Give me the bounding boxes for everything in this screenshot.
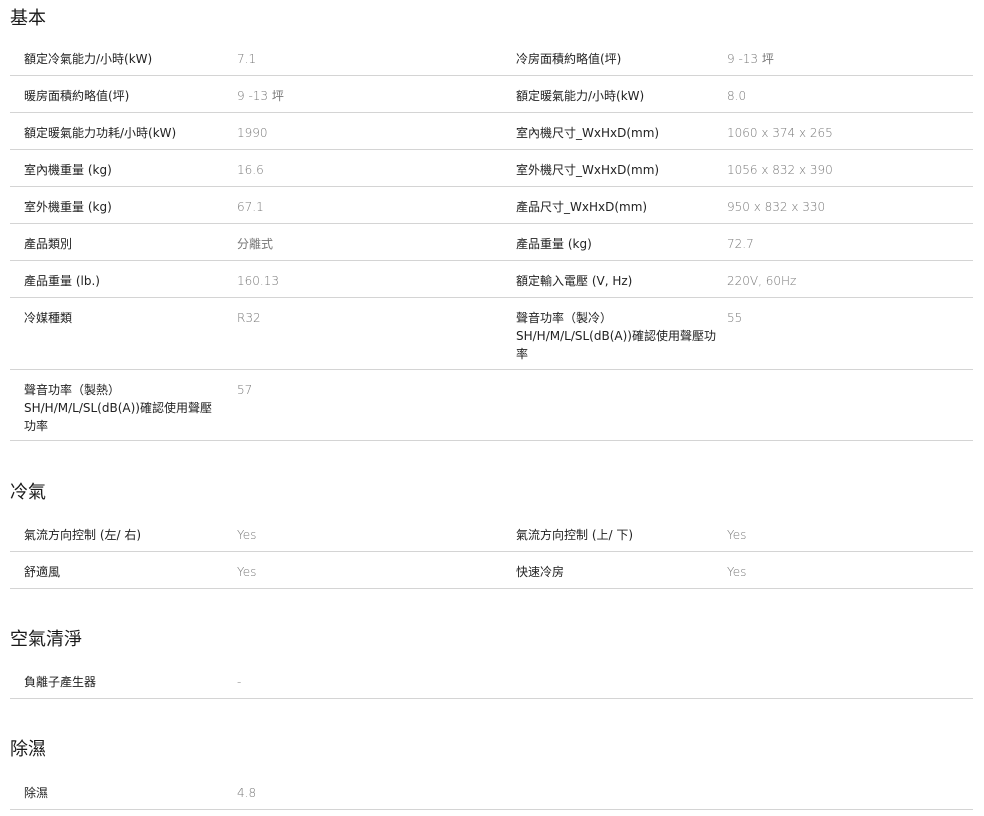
spec-row: 產品重量 (lb.) 160.13 額定輸入電壓 (V, Hz) 220V, 6…	[10, 261, 973, 298]
spec-value: 4.8	[237, 786, 257, 800]
section-title-basic: 基本	[10, 8, 46, 29]
spec-label: 室外機重量 (kg)	[24, 200, 112, 214]
spec-label: 暖房面積約略值(坪)	[24, 89, 130, 103]
spec-value: 1056 x 832 x 390	[727, 163, 833, 177]
spec-value: 7.1	[237, 52, 257, 66]
spec-value: Yes	[237, 528, 257, 542]
spec-row: 室內機重量 (kg) 16.6 室外機尺寸_WxHxD(mm) 1056 x 8…	[10, 150, 973, 187]
spec-value: 72.7	[727, 237, 754, 251]
spec-label: 額定暖氣能力/小時(kW)	[516, 89, 645, 103]
spec-row: 暖房面積約略值(坪) 9 -13 坪 額定暖氣能力/小時(kW) 8.0	[10, 76, 973, 113]
spec-value: 16.6	[237, 163, 264, 177]
spec-value: Yes	[727, 565, 747, 579]
spec-row: 產品類別 分離式 產品重量 (kg) 72.7	[10, 224, 973, 261]
spec-label: 產品類別	[24, 237, 73, 251]
spec-label: 產品尺寸_WxHxD(mm)	[516, 200, 648, 214]
spec-row: 負離子產生器 -	[10, 662, 973, 699]
spec-row: 除濕 4.8	[10, 773, 973, 810]
section-title-cooling: 冷氣	[10, 482, 46, 503]
spec-label: 快速冷房	[516, 565, 565, 579]
spec-row: 舒適風 Yes 快速冷房 Yes	[10, 552, 973, 589]
spec-value: 8.0	[727, 89, 747, 103]
section-title-dehumidify: 除濕	[10, 739, 46, 760]
spec-value: 1990	[237, 126, 268, 140]
spec-row: 額定冷氣能力/小時(kW) 7.1 冷房面積約略值(坪) 9 -13 坪	[10, 39, 973, 76]
spec-value: Yes	[727, 528, 747, 542]
spec-value: 分離式	[237, 237, 274, 251]
spec-label: 氣流方向控制 (上/ 下)	[516, 528, 634, 542]
spec-label: 額定冷氣能力/小時(kW)	[24, 52, 153, 66]
spec-value: R32	[237, 311, 261, 325]
spec-label: 室外機尺寸_WxHxD(mm)	[516, 163, 660, 177]
spec-label: 產品重量 (lb.)	[24, 274, 100, 288]
spec-label: 舒適風	[24, 565, 61, 579]
spec-row: 額定暖氣能力功耗/小時(kW) 1990 室內機尺寸_WxHxD(mm) 106…	[10, 113, 973, 150]
spec-label: 除濕	[24, 786, 49, 800]
section-title-air-purify: 空氣清淨	[10, 629, 82, 650]
spec-row: 冷媒種類 R32 聲音功率（製冷）SH/H/M/L/SL(dB(A))確認使用聲…	[10, 298, 973, 370]
spec-label: 室內機重量 (kg)	[24, 163, 112, 177]
spec-value: 9 -13 坪	[237, 89, 284, 103]
spec-label: 氣流方向控制 (左/ 右)	[24, 528, 142, 542]
spec-label: 額定暖氣能力功耗/小時(kW)	[24, 126, 177, 140]
spec-value: 55	[727, 311, 743, 325]
spec-row: 聲音功率（製熱）SH/H/M/L/SL(dB(A))確認使用聲壓功率 57	[10, 370, 973, 441]
spec-value: Yes	[237, 565, 257, 579]
spec-value: 57	[237, 383, 253, 397]
spec-value: 1060 x 374 x 265	[727, 126, 833, 140]
spec-label: 負離子產生器	[24, 675, 97, 689]
spec-label: 額定輸入電壓 (V, Hz)	[516, 274, 633, 288]
spec-value: 160.13	[237, 274, 279, 288]
spec-row: 氣流方向控制 (左/ 右) Yes 氣流方向控制 (上/ 下) Yes	[10, 515, 973, 552]
spec-label: 產品重量 (kg)	[516, 237, 592, 251]
spec-value: -	[237, 675, 242, 689]
spec-label: 冷媒種類	[24, 311, 73, 325]
spec-value: 220V, 60Hz	[727, 274, 797, 288]
spec-label: 聲音功率（製熱）SH/H/M/L/SL(dB(A))確認使用聲壓功率	[24, 383, 212, 433]
spec-row: 室外機重量 (kg) 67.1 產品尺寸_WxHxD(mm) 950 x 832…	[10, 187, 973, 224]
spec-label: 聲音功率（製冷）SH/H/M/L/SL(dB(A))確認使用聲壓功率	[516, 311, 716, 361]
spec-label: 冷房面積約略值(坪)	[516, 52, 622, 66]
spec-label: 室內機尺寸_WxHxD(mm)	[516, 126, 660, 140]
spec-value: 67.1	[237, 200, 264, 214]
spec-value: 9 -13 坪	[727, 52, 774, 66]
spec-value: 950 x 832 x 330	[727, 200, 826, 214]
